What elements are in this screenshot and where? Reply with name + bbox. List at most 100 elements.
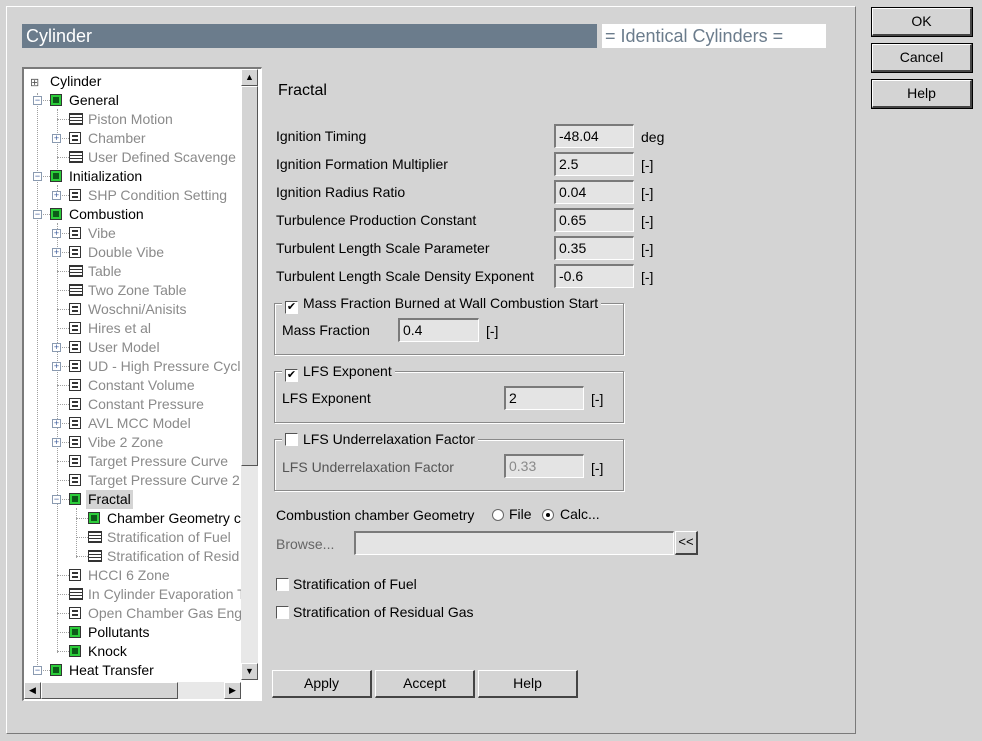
expand-icon[interactable]: + [52, 134, 61, 143]
tree-item-label: UD - High Pressure Cycle [88, 358, 249, 374]
ok-button[interactable]: OK [871, 7, 973, 37]
tree-connector [76, 556, 88, 557]
tree-item-label: In Cylinder Evaporation T [88, 586, 246, 602]
param-unit: [-] [641, 157, 654, 173]
dialog-help-button[interactable]: Help [871, 79, 973, 109]
mass-fraction-label: Mass Fraction [282, 322, 370, 338]
lfs-underrelaxation-label: LFS Underrelaxation Factor [282, 459, 454, 475]
scroll-thumb[interactable] [241, 86, 258, 466]
table-icon [69, 113, 83, 125]
expand-icon[interactable]: + [52, 438, 61, 447]
expand-icon[interactable]: + [52, 362, 61, 371]
table-icon [69, 588, 83, 600]
expand-icon[interactable]: + [52, 229, 61, 238]
element-icon [69, 436, 81, 448]
tree-item-label: User Defined Scavenge I [88, 149, 244, 165]
active-element-icon [69, 645, 81, 657]
collapse-icon[interactable]: − [33, 172, 42, 181]
table-icon [88, 550, 102, 562]
lfs-underrelaxation-input[interactable]: 0.33 [504, 454, 584, 478]
element-icon [69, 417, 81, 429]
table-icon [69, 151, 83, 163]
active-element-icon [50, 208, 62, 220]
tree-connector [57, 575, 69, 576]
param-input[interactable]: 0.04 [554, 180, 634, 204]
param-input[interactable]: -0.6 [554, 264, 634, 288]
tree-item-label: Two Zone Table [88, 282, 187, 298]
strat-resid-checkbox[interactable] [276, 606, 289, 619]
collapse-icon[interactable]: − [33, 96, 42, 105]
lfs-exponent-checkbox-label: LFS Exponent [303, 363, 392, 379]
active-element-icon [88, 512, 100, 524]
tree-item-label: User Model [88, 339, 160, 355]
lfs-underrelaxation-checkbox[interactable] [285, 433, 298, 446]
collapse-icon[interactable]: − [52, 495, 61, 504]
lfs-exponent-checkbox[interactable]: ✔ [285, 369, 298, 382]
tree-item-label: Hires et al [88, 320, 152, 336]
tree-connector [57, 328, 69, 329]
tree-item-label: Initialization [69, 168, 143, 184]
expand-icon[interactable]: + [52, 191, 61, 200]
active-element-icon [69, 493, 81, 505]
table-icon [69, 284, 83, 296]
tree-item-label: Heat Transfer [69, 662, 154, 678]
expand-icon[interactable]: + [52, 343, 61, 352]
tree-connector [57, 632, 69, 633]
active-element-icon [50, 94, 62, 106]
geometry-label: Combustion chamber Geometry [276, 507, 475, 523]
tree-item-label: Target Pressure Curve 2 [88, 472, 240, 488]
navigation-tree[interactable]: ⊞ Cylinder − General Piston Motion + Chamber… [22, 67, 262, 701]
element-icon [69, 227, 81, 239]
panel-help-button[interactable]: Help [478, 670, 578, 698]
param-input[interactable]: 0.65 [554, 208, 634, 232]
cancel-button[interactable]: Cancel [871, 43, 973, 73]
expand-icon[interactable]: + [52, 248, 61, 257]
browse-input[interactable] [354, 531, 674, 555]
browse-label: Browse... [276, 536, 335, 552]
strat-fuel-checkbox[interactable] [276, 578, 289, 591]
accept-button[interactable]: Accept [375, 670, 475, 698]
geometry-calc-radio[interactable] [542, 509, 554, 521]
mass-fraction-input[interactable]: 0.4 [398, 318, 479, 342]
param-label: Turbulent Length Scale Density Exponent [276, 268, 534, 284]
tree-item-label: Knock [88, 643, 127, 659]
active-element-icon [50, 170, 62, 182]
apply-button[interactable]: Apply [272, 670, 372, 698]
scroll-thumb[interactable] [41, 682, 178, 699]
param-label: Turbulent Length Scale Parameter [276, 240, 490, 256]
param-input[interactable]: 0.35 [554, 236, 634, 260]
tree-item-label: Stratification of Fuel [107, 529, 231, 545]
tree-item-label: Pollutants [88, 624, 150, 640]
tree-connector [57, 309, 69, 310]
browse-button[interactable]: << [675, 531, 698, 555]
expand-icon[interactable]: + [52, 419, 61, 428]
param-input[interactable]: -48.04 [554, 124, 634, 148]
tree-item-label: SHP Condition Setting [88, 187, 228, 203]
scroll-down-arrow-icon[interactable]: ▼ [241, 663, 258, 680]
param-input[interactable]: 2.5 [554, 152, 634, 176]
tree-connector [57, 119, 69, 120]
tree-horizontal-scrollbar[interactable]: ◀ ▶ [24, 682, 241, 699]
active-element-icon [69, 626, 81, 638]
tree-item-label: Stratification of Resid [107, 548, 240, 564]
mass-fraction-checkbox[interactable]: ✔ [285, 301, 298, 314]
tree-connector [57, 290, 69, 291]
geometry-file-radio[interactable] [492, 509, 504, 521]
param-label: Ignition Timing [276, 128, 367, 144]
tree-vertical-scrollbar[interactable]: ▲ ▼ [241, 69, 258, 680]
scroll-up-arrow-icon[interactable]: ▲ [241, 69, 258, 86]
tree-item-label: Fractal [86, 490, 133, 509]
tree-connector [57, 594, 69, 595]
tree-connector [57, 271, 69, 272]
lfs-underrelaxation-checkbox-label: LFS Underrelaxation Factor [303, 431, 475, 447]
collapse-icon[interactable]: − [33, 210, 42, 219]
lfs-exponent-input[interactable]: 2 [504, 386, 584, 410]
element-icon [69, 303, 81, 315]
scroll-right-arrow-icon[interactable]: ▶ [224, 682, 241, 699]
lfs-exponent-legend: ✔ LFS Exponent [282, 363, 395, 382]
panel-title: Fractal [278, 82, 327, 99]
lfs-underrelaxation-unit: [-] [591, 460, 604, 476]
scroll-left-arrow-icon[interactable]: ◀ [24, 682, 41, 699]
collapse-icon[interactable]: − [33, 666, 42, 675]
tree-connector [76, 518, 88, 519]
